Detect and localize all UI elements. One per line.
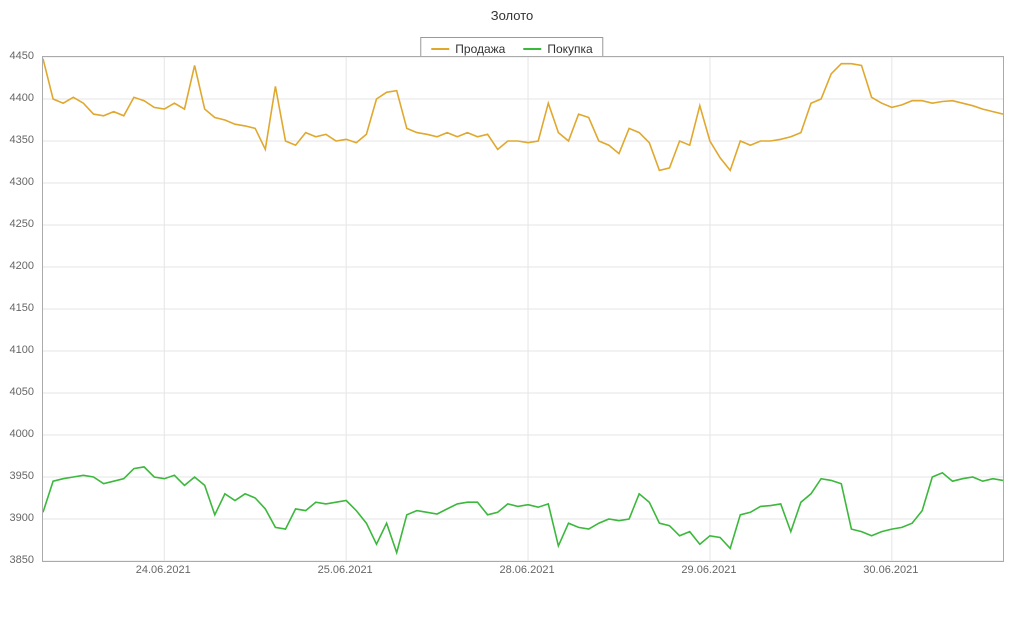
y-tick-label: 4200	[10, 260, 34, 272]
legend-item-buy: Покупка	[523, 42, 592, 56]
y-tick-label: 4100	[10, 344, 34, 356]
x-tick-label: 30.06.2021	[863, 564, 918, 576]
y-tick-label: 4150	[10, 302, 34, 314]
gridlines	[43, 57, 1003, 561]
y-tick-label: 4000	[10, 428, 34, 440]
plot-svg	[43, 57, 1003, 561]
y-tick-label: 3950	[10, 470, 34, 482]
x-tick-label: 24.06.2021	[136, 564, 191, 576]
series-line-buy	[43, 467, 1003, 553]
plot-area	[42, 56, 1004, 562]
x-tick-label: 25.06.2021	[318, 564, 373, 576]
x-tick-label: 29.06.2021	[681, 564, 736, 576]
legend-item-sell: Продажа	[431, 42, 505, 56]
chart-container: Золото Продажа Покупка 3850 3900 3950 4000 4…	[0, 0, 1024, 640]
y-tick-label: 4050	[10, 386, 34, 398]
y-tick-label: 4300	[10, 176, 34, 188]
chart-title: Золото	[0, 8, 1024, 23]
y-tick-label: 4250	[10, 218, 34, 230]
y-tick-label: 3900	[10, 512, 34, 524]
legend-label-sell: Продажа	[455, 42, 505, 56]
legend-label-buy: Покупка	[547, 42, 592, 56]
y-axis-labels: 3850390039504000405041004150420042504300…	[0, 56, 38, 560]
x-tick-label: 28.06.2021	[500, 564, 555, 576]
y-tick-label: 3850	[10, 554, 34, 566]
y-tick-label: 4400	[10, 92, 34, 104]
legend-swatch-sell	[431, 48, 449, 50]
series-line-sell	[43, 59, 1003, 171]
y-tick-label: 4450	[10, 50, 34, 62]
y-tick-label: 4350	[10, 134, 34, 146]
legend-swatch-buy	[523, 48, 541, 50]
